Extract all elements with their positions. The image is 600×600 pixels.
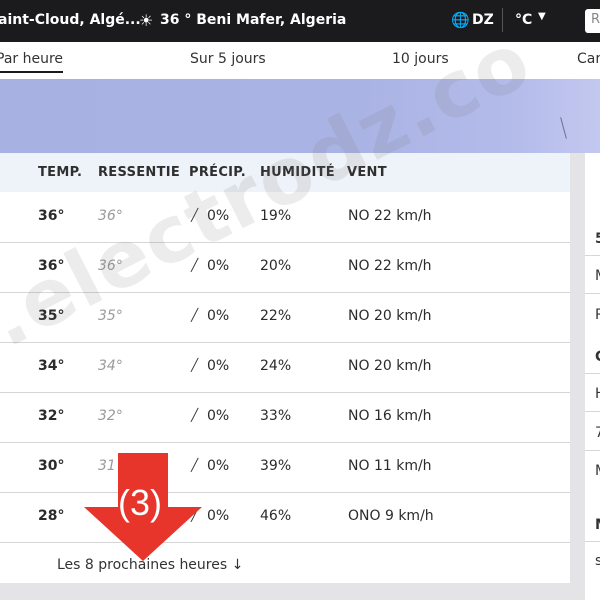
precip-value: 0%	[207, 508, 230, 524]
temp-value: 28°	[38, 508, 65, 524]
side-text: M	[595, 463, 600, 479]
raindrop-icon: ╱	[191, 408, 199, 422]
wind-value: NO 20 km/h	[348, 308, 432, 324]
divider	[585, 293, 600, 294]
humidity-value: 33%	[260, 408, 292, 424]
side-text: 5	[595, 231, 600, 247]
humidity-value: 39%	[260, 458, 292, 474]
header-temp: TEMP.	[38, 165, 83, 180]
feels-like-value: 32°	[98, 408, 123, 424]
precip-value: 0%	[207, 458, 230, 474]
globe-icon[interactable]: 🌐	[451, 11, 470, 29]
humidity-value: 24%	[260, 358, 292, 374]
divider	[585, 541, 600, 542]
table-row[interactable]: 34° 34° ╱ 0% 24% NO 20 km/h	[0, 342, 570, 393]
side-text: 7	[595, 425, 600, 441]
decorative-branch	[560, 117, 567, 139]
search-input[interactable]: R	[585, 9, 600, 33]
chevron-down-icon[interactable]: ▼	[538, 11, 546, 22]
feels-like-value: 34°	[98, 358, 123, 374]
annotation-label: (3)	[118, 482, 162, 523]
header-feels-like: RESSENTIE	[98, 165, 181, 180]
temp-value: 32°	[38, 408, 65, 424]
wind-value: NO 20 km/h	[348, 358, 432, 374]
divider	[585, 373, 600, 374]
side-text: s	[595, 553, 600, 569]
side-text: M	[595, 517, 600, 533]
sun-icon: ☀	[139, 11, 154, 30]
wind-value: ONO 9 km/h	[348, 508, 434, 524]
current-location-link[interactable]: 36 ° Beni Mafer, Algeria	[160, 12, 346, 28]
recent-location-link[interactable]: aint-Cloud, Algé...	[0, 12, 141, 28]
humidity-value: 20%	[260, 258, 292, 274]
side-panel: 5 M R C H 7 M M s	[585, 153, 600, 600]
wind-value: NO 11 km/h	[348, 458, 432, 474]
temp-value: 30°	[38, 458, 65, 474]
precip-value: 0%	[207, 408, 230, 424]
precip-value: 0%	[207, 308, 230, 324]
divider	[585, 450, 600, 451]
humidity-value: 46%	[260, 508, 292, 524]
tab-hourly[interactable]: Par heure	[0, 51, 64, 73]
wind-value: NO 16 km/h	[348, 408, 432, 424]
side-text: M	[595, 268, 600, 284]
wind-value: NO 22 km/h	[348, 208, 432, 224]
table-row[interactable]: 32° 32° ╱ 0% 33% NO 16 km/h	[0, 392, 570, 443]
humidity-value: 22%	[260, 308, 292, 324]
side-text: H	[595, 386, 600, 402]
tab-5-days[interactable]: Sur 5 jours	[190, 51, 266, 67]
raindrop-icon: ╱	[191, 358, 199, 372]
divider	[585, 411, 600, 412]
wind-value: NO 22 km/h	[348, 258, 432, 274]
tab-map[interactable]: Car	[577, 51, 600, 67]
unit-selector[interactable]: °C	[515, 12, 532, 28]
raindrop-icon: ╱	[191, 308, 199, 322]
temp-value: 36°	[38, 208, 65, 224]
temp-value: 34°	[38, 358, 65, 374]
precip-value: 0%	[207, 358, 230, 374]
side-text: C	[595, 349, 600, 365]
divider	[585, 255, 600, 256]
side-text: R	[595, 307, 600, 323]
